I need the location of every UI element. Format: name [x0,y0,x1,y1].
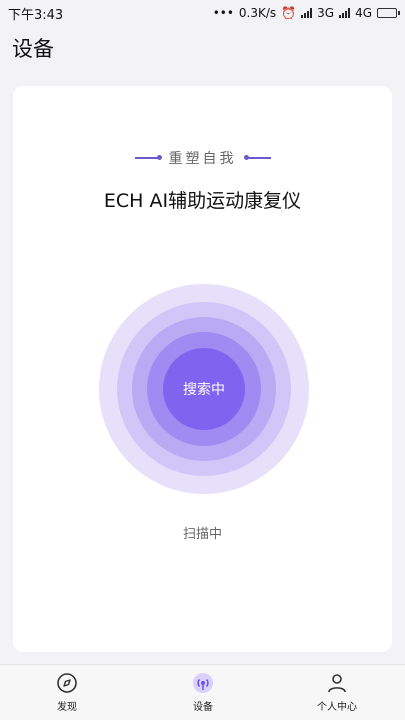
search-radar: 搜索中 [99,284,309,494]
status-bar: 下午3:43 ••• 0.3K/s ⏰ 3G 4G [0,0,405,26]
slogan-right-decoration [243,155,271,160]
device-name: ECH AI辅助运动康复仪 [103,190,302,212]
tab-devices[interactable]: 设备 [168,671,238,713]
tab-devices-label: 设备 [193,702,213,713]
slogan-left-decoration [134,155,162,160]
tab-profile-label: 个人中心 [317,702,357,713]
signal-icon [301,8,313,18]
page-title: 设备 [12,37,54,61]
scan-status: 扫描中 [182,527,222,542]
radar-center-label: 搜索中 [183,382,225,398]
network-4g-label: 4G [355,6,372,20]
alarm-icon: ⏰ [281,6,297,20]
slogan: 重塑自我 [13,148,392,168]
slogan-text: 重塑自我 [168,151,237,167]
bottom-tab-bar: 发现 设备 个人中心 [0,664,405,720]
signal-icon-2 [339,8,351,18]
status-indicators: ••• 0.3K/s ⏰ 3G 4G [212,6,400,20]
status-time: 下午3:43 [8,7,64,23]
compass-icon [57,673,77,693]
more-dots-icon: ••• [212,6,234,20]
device-signal-icon [193,673,213,693]
radar-center[interactable]: 搜索中 [163,348,245,430]
tab-discover-label: 发现 [57,702,77,713]
person-icon [328,674,346,693]
tab-profile[interactable]: 个人中心 [302,671,372,713]
battery-icon [377,8,400,18]
network-3g-label: 3G [317,6,335,20]
device-search-card: 重塑自我 ECH AI辅助运动康复仪 搜索中 扫描中 [13,86,392,652]
tab-discover[interactable]: 发现 [32,671,102,713]
page-header: 设备 [0,28,405,68]
network-speed: 0.3K/s [238,6,277,20]
